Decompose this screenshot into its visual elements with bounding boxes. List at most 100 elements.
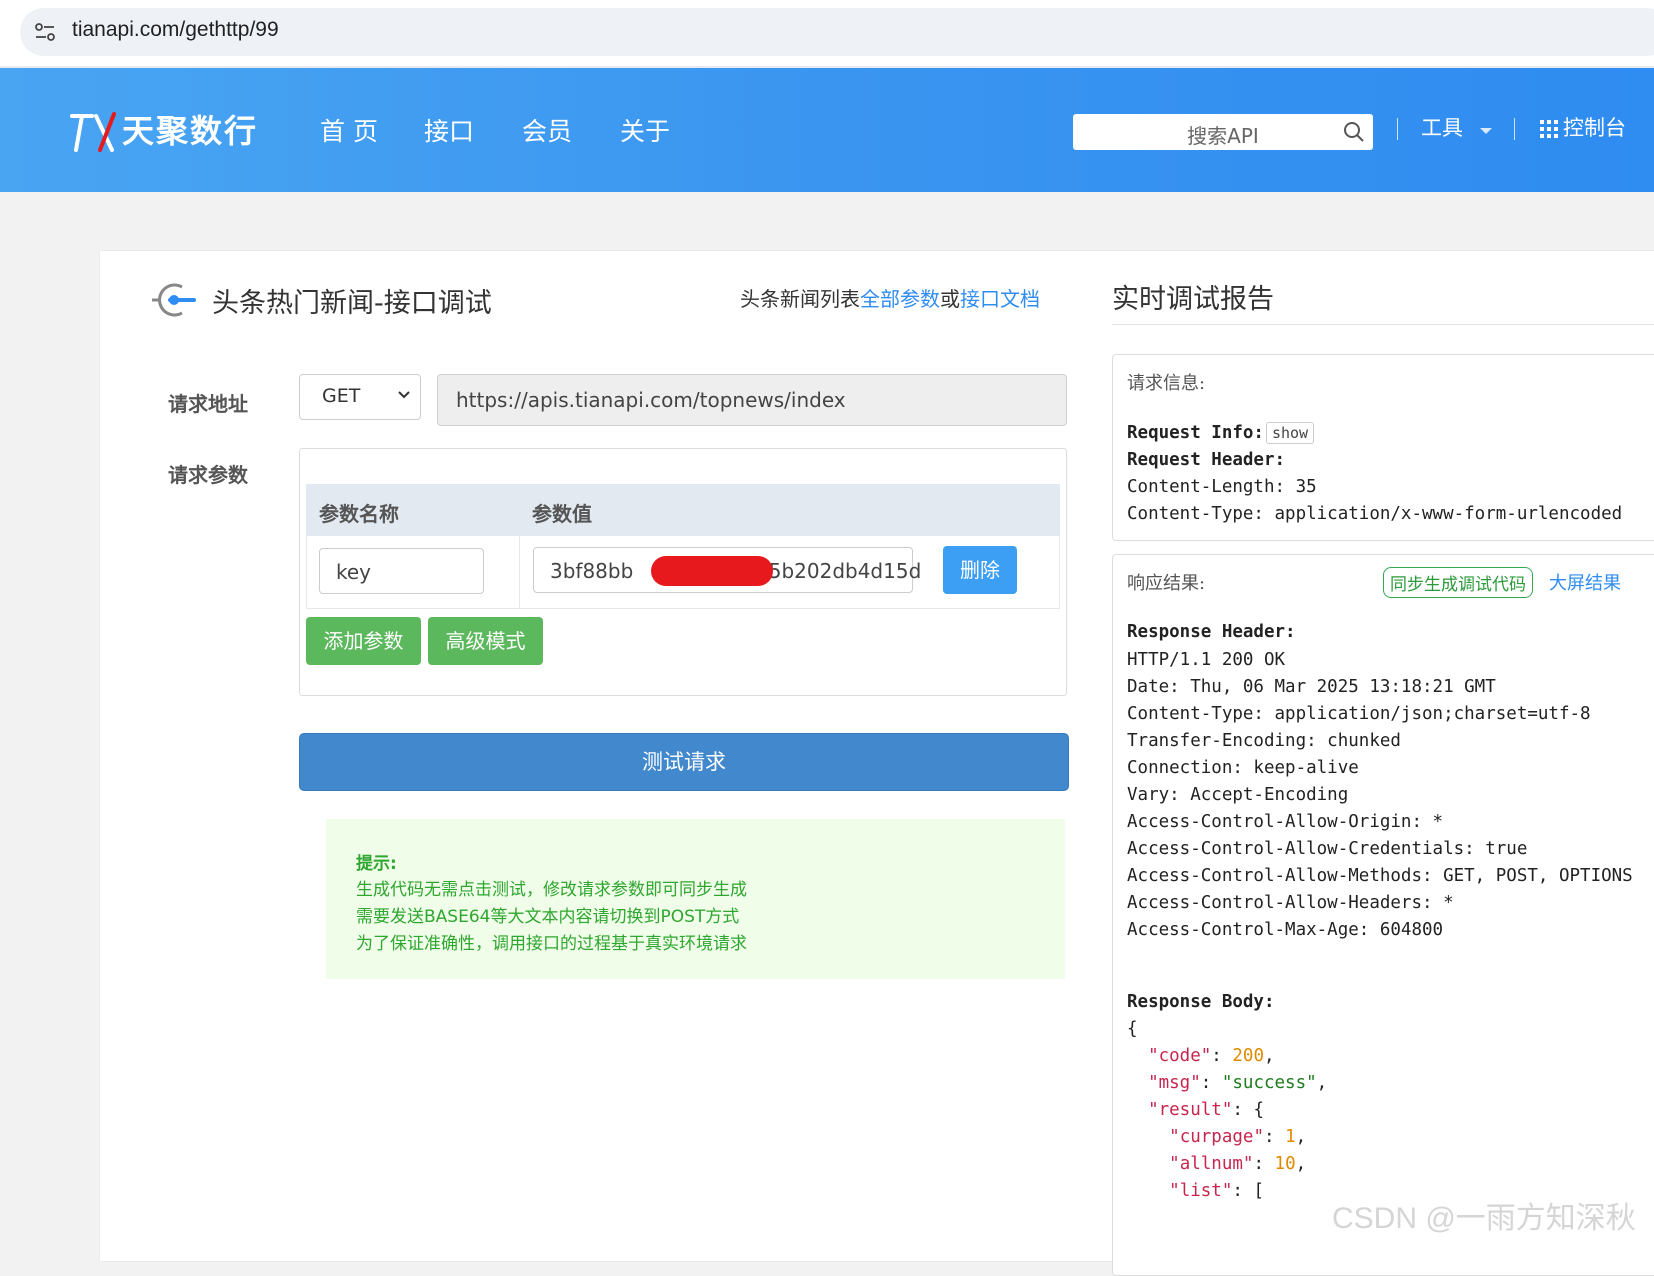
header-divider bbox=[1397, 118, 1398, 140]
api-url-value[interactable]: https://apis.tianapi.com/topnews/index bbox=[456, 388, 846, 412]
search-box[interactable]: 搜索API bbox=[1073, 114, 1373, 150]
hint-line: 生成代码无需点击测试，修改请求参数即可同步生成 bbox=[356, 880, 747, 900]
search-input[interactable]: 搜索API bbox=[1073, 120, 1373, 149]
json-key: "curpage" bbox=[1169, 1127, 1264, 1147]
hint-title: 提示: bbox=[356, 854, 397, 874]
json-open: { bbox=[1127, 1019, 1138, 1039]
json-value: 200 bbox=[1232, 1046, 1264, 1066]
plug-icon bbox=[152, 283, 196, 317]
response-label: 响应结果: bbox=[1127, 573, 1206, 594]
resp-body-label: Response Body: bbox=[1127, 992, 1275, 1012]
delete-button[interactable]: 删除 bbox=[943, 546, 1017, 594]
chevron-down-icon[interactable] bbox=[1480, 128, 1492, 134]
divider bbox=[519, 536, 520, 608]
hint-box: 提示: 生成代码无需点击测试，修改请求参数即可同步生成 需要发送BASE64等大… bbox=[326, 819, 1065, 979]
doc-or: 或 bbox=[940, 287, 960, 311]
json-bracket: [ bbox=[1253, 1181, 1264, 1201]
response-header-line: Access-Control-Allow-Origin: * bbox=[1127, 812, 1444, 832]
nav-api[interactable]: 接口 bbox=[424, 112, 474, 148]
site-header: 天聚数行 首 页 接口 会员 关于 搜索API 工具 控制台 bbox=[0, 68, 1654, 192]
response-header-line: Transfer-Encoding: chunked bbox=[1127, 731, 1401, 751]
method-select[interactable]: GET bbox=[299, 374, 421, 420]
json-key: "list" bbox=[1169, 1181, 1233, 1201]
site-settings-icon[interactable] bbox=[34, 21, 56, 43]
param-name-input[interactable]: key bbox=[319, 548, 484, 594]
response-header-line: Access-Control-Allow-Methods: GET, POST,… bbox=[1127, 866, 1633, 886]
console-link[interactable]: 控制台 bbox=[1563, 112, 1626, 142]
grid-icon[interactable] bbox=[1540, 120, 1558, 138]
response-box: 响应结果: 同步生成调试代码 大屏结果 Response Header: HTT… bbox=[1112, 554, 1654, 1276]
generate-code-tag[interactable]: 同步生成调试代码 bbox=[1383, 567, 1533, 598]
report-title: 实时调试报告 bbox=[1112, 284, 1274, 315]
doc-prefix: 头条新闻列表 bbox=[740, 287, 860, 311]
method-value[interactable]: GET bbox=[322, 385, 360, 407]
response-header-line: Connection: keep-alive bbox=[1127, 758, 1359, 778]
doc-links: 头条新闻列表全部参数或接口文档 bbox=[740, 283, 1040, 312]
resp-header-label: Response Header: bbox=[1127, 622, 1296, 642]
nav-about[interactable]: 关于 bbox=[620, 112, 670, 148]
params-table-header: 参数名称 参数值 bbox=[306, 484, 1060, 536]
req-header-title: Request Header: bbox=[1127, 450, 1286, 470]
show-toggle[interactable]: show bbox=[1265, 422, 1315, 444]
json-brace: { bbox=[1253, 1100, 1264, 1120]
search-icon[interactable] bbox=[1343, 121, 1365, 143]
params-label: 请求参数 bbox=[168, 463, 248, 487]
api-docs-link[interactable]: 接口文档 bbox=[960, 287, 1040, 311]
json-value: "success" bbox=[1221, 1073, 1317, 1093]
nav-home[interactable]: 首 页 bbox=[320, 112, 378, 148]
table-row: key 3bf88bb 05b202db4d15d 删除 bbox=[306, 536, 1060, 609]
response-body-title: Response Body: bbox=[1127, 992, 1275, 1012]
params-table: 参数名称 参数值 key 3bf88bb 05b202db4d15d 删除 添加… bbox=[299, 448, 1067, 696]
json-line: "msg": "success", bbox=[1148, 1073, 1328, 1093]
redaction-mark bbox=[651, 556, 773, 586]
browser-toolbar: tianapi.com/gethttp/99 bbox=[0, 0, 1654, 68]
header-divider bbox=[1514, 118, 1515, 140]
response-header-line: Date: Thu, 06 Mar 2025 13:18:21 GMT bbox=[1127, 677, 1496, 697]
response-header-title: Response Header: bbox=[1127, 622, 1296, 642]
response-header-line: Content-Type: application/json;charset=u… bbox=[1127, 704, 1591, 724]
page-title: 头条热门新闻-接口调试 bbox=[212, 288, 492, 319]
advanced-mode-button[interactable]: 高级模式 bbox=[428, 617, 543, 665]
add-param-button[interactable]: 添加参数 bbox=[306, 617, 421, 665]
response-header-line: Access-Control-Max-Age: 604800 bbox=[1127, 920, 1444, 940]
response-header-line: HTTP/1.1 200 OK bbox=[1127, 650, 1286, 670]
json-value: 1 bbox=[1285, 1127, 1296, 1147]
url-label: 请求地址 bbox=[168, 392, 248, 416]
json-value: 10 bbox=[1274, 1154, 1296, 1174]
request-header-line: Content-Length: 35 bbox=[1127, 477, 1317, 497]
url-text[interactable]: tianapi.com/gethttp/99 bbox=[72, 18, 279, 42]
param-value-input[interactable]: 3bf88bb 05b202db4d15d bbox=[533, 547, 921, 593]
address-bar[interactable]: tianapi.com/gethttp/99 bbox=[20, 8, 1654, 56]
logo-text[interactable]: 天聚数行 bbox=[122, 106, 258, 152]
column-param-name: 参数名称 bbox=[319, 502, 399, 526]
response-header-line: Vary: Accept-Encoding bbox=[1127, 785, 1349, 805]
all-params-link[interactable]: 全部参数 bbox=[860, 287, 940, 311]
json-key: "result" bbox=[1148, 1100, 1233, 1120]
response-header-line: Access-Control-Allow-Credentials: true bbox=[1127, 839, 1528, 859]
request-info-box: 请求信息: Request Info: show Request Header: … bbox=[1112, 354, 1654, 541]
request-header-line: Content-Type: application/x-www-form-url… bbox=[1127, 504, 1623, 524]
api-url-field[interactable]: https://apis.tianapi.com/topnews/index bbox=[437, 374, 1067, 426]
request-info-label: 请求信息: bbox=[1127, 373, 1206, 394]
param-name-value[interactable]: key bbox=[336, 560, 371, 584]
req-info-label: Request Info: bbox=[1127, 423, 1264, 443]
json-line: "list": [ bbox=[1169, 1181, 1264, 1201]
json-key: "allnum" bbox=[1169, 1154, 1254, 1174]
response-header-line: Access-Control-Allow-Headers: * bbox=[1127, 893, 1454, 913]
json-line: "result": { bbox=[1148, 1100, 1264, 1120]
json-key: "msg" bbox=[1148, 1073, 1201, 1093]
logo-icon[interactable] bbox=[70, 110, 120, 152]
param-value-suffix[interactable]: 05b202db4d15d bbox=[756, 559, 921, 583]
test-request-button[interactable]: 测试请求 bbox=[299, 733, 1069, 791]
json-line: "code": 200, bbox=[1148, 1046, 1275, 1066]
tools-menu[interactable]: 工具 bbox=[1421, 112, 1463, 142]
divider bbox=[1112, 324, 1654, 325]
chevron-down-icon[interactable] bbox=[398, 388, 410, 400]
nav-member[interactable]: 会员 bbox=[522, 112, 572, 148]
json-line: "allnum": 10, bbox=[1169, 1154, 1307, 1174]
fullscreen-result-link[interactable]: 大屏结果 bbox=[1549, 569, 1621, 595]
param-value-prefix[interactable]: 3bf88bb bbox=[550, 559, 633, 583]
column-param-value: 参数值 bbox=[532, 502, 592, 526]
request-info-line: Request Info: show bbox=[1127, 422, 1315, 444]
request-header-label: Request Header: bbox=[1127, 450, 1285, 470]
